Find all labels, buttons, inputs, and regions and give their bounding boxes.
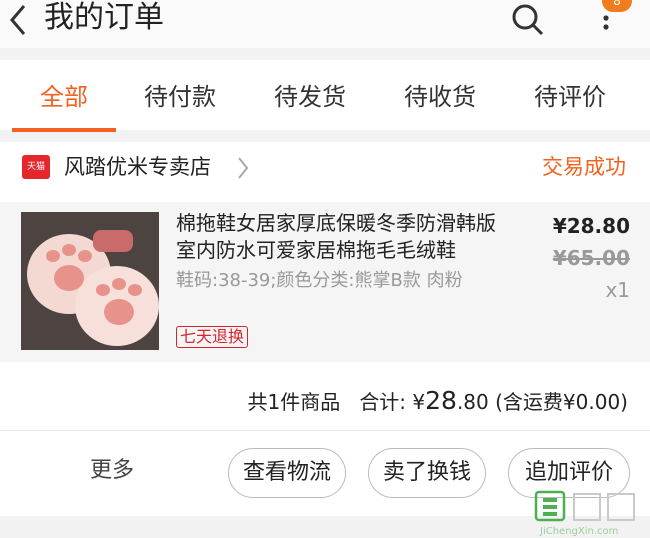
item-count: 共1件商品 xyxy=(247,390,341,414)
order-tabs: 全部 待付款 待发货 待收货 待评价 xyxy=(0,60,650,130)
resell-button[interactable]: 卖了换钱 xyxy=(368,448,486,498)
total-decimal: .80 xyxy=(456,390,489,414)
page-title: 我的订单 xyxy=(44,0,164,35)
tab-all[interactable]: 全部 xyxy=(12,60,116,130)
tab-pending-receipt[interactable]: 待收货 xyxy=(388,60,492,130)
watermark-text: JiChengXin.com xyxy=(540,526,619,537)
item-quantity: x1 xyxy=(605,278,630,302)
shipping-fee: (含运费¥0.00) xyxy=(495,390,628,414)
return-policy-badge: 七天退换 xyxy=(176,326,249,348)
tmall-badge: 天猫 xyxy=(22,155,50,179)
tab-pending-payment[interactable]: 待付款 xyxy=(128,60,232,130)
item-price: ¥28.80 xyxy=(552,214,630,238)
item-original-price: ¥65.00 xyxy=(552,246,630,270)
more-actions-button[interactable]: 更多 xyxy=(90,456,134,486)
chevron-right-icon xyxy=(238,157,249,179)
product-title[interactable]: 棉拖鞋女居家厚底保暖冬季防滑韩版室内防水可爱家居棉拖毛毛绒鞋 xyxy=(176,210,512,264)
product-image[interactable] xyxy=(21,212,159,350)
order-card: 天猫 风踏优米专卖店 交易成功 棉拖鞋女居家厚底保暖冬季防滑韩版室内防水可爱家居… xyxy=(0,142,650,516)
total-integer: 28 xyxy=(425,386,457,415)
order-status: 交易成功 xyxy=(542,155,626,179)
order-item[interactable]: 棉拖鞋女居家厚底保暖冬季防滑韩版室内防水可爱家居棉拖毛毛绒鞋 鞋码:38-39;… xyxy=(0,202,650,362)
divider xyxy=(0,430,650,431)
store-row[interactable]: 天猫 风踏优米专卖店 交易成功 xyxy=(0,142,650,196)
product-sku: 鞋码:38-39;颜色分类:熊掌B款 肉粉 xyxy=(176,270,463,291)
tab-pending-review[interactable]: 待评价 xyxy=(518,60,622,130)
view-logistics-button[interactable]: 查看物流 xyxy=(228,448,346,498)
tab-pending-shipment[interactable]: 待发货 xyxy=(258,60,362,130)
search-icon[interactable] xyxy=(510,2,546,38)
top-bar: 我的订单 8 xyxy=(0,0,650,48)
chevron-left-icon[interactable] xyxy=(4,2,34,38)
total-label: 合计: ¥ xyxy=(359,390,426,414)
store-name[interactable]: 风踏优米专卖店 xyxy=(64,152,211,182)
notification-badge: 8 xyxy=(602,0,632,12)
order-summary: 共1件商品 合计: ¥28.80 (含运费¥0.00) xyxy=(248,378,629,425)
active-tab-indicator xyxy=(12,128,116,132)
